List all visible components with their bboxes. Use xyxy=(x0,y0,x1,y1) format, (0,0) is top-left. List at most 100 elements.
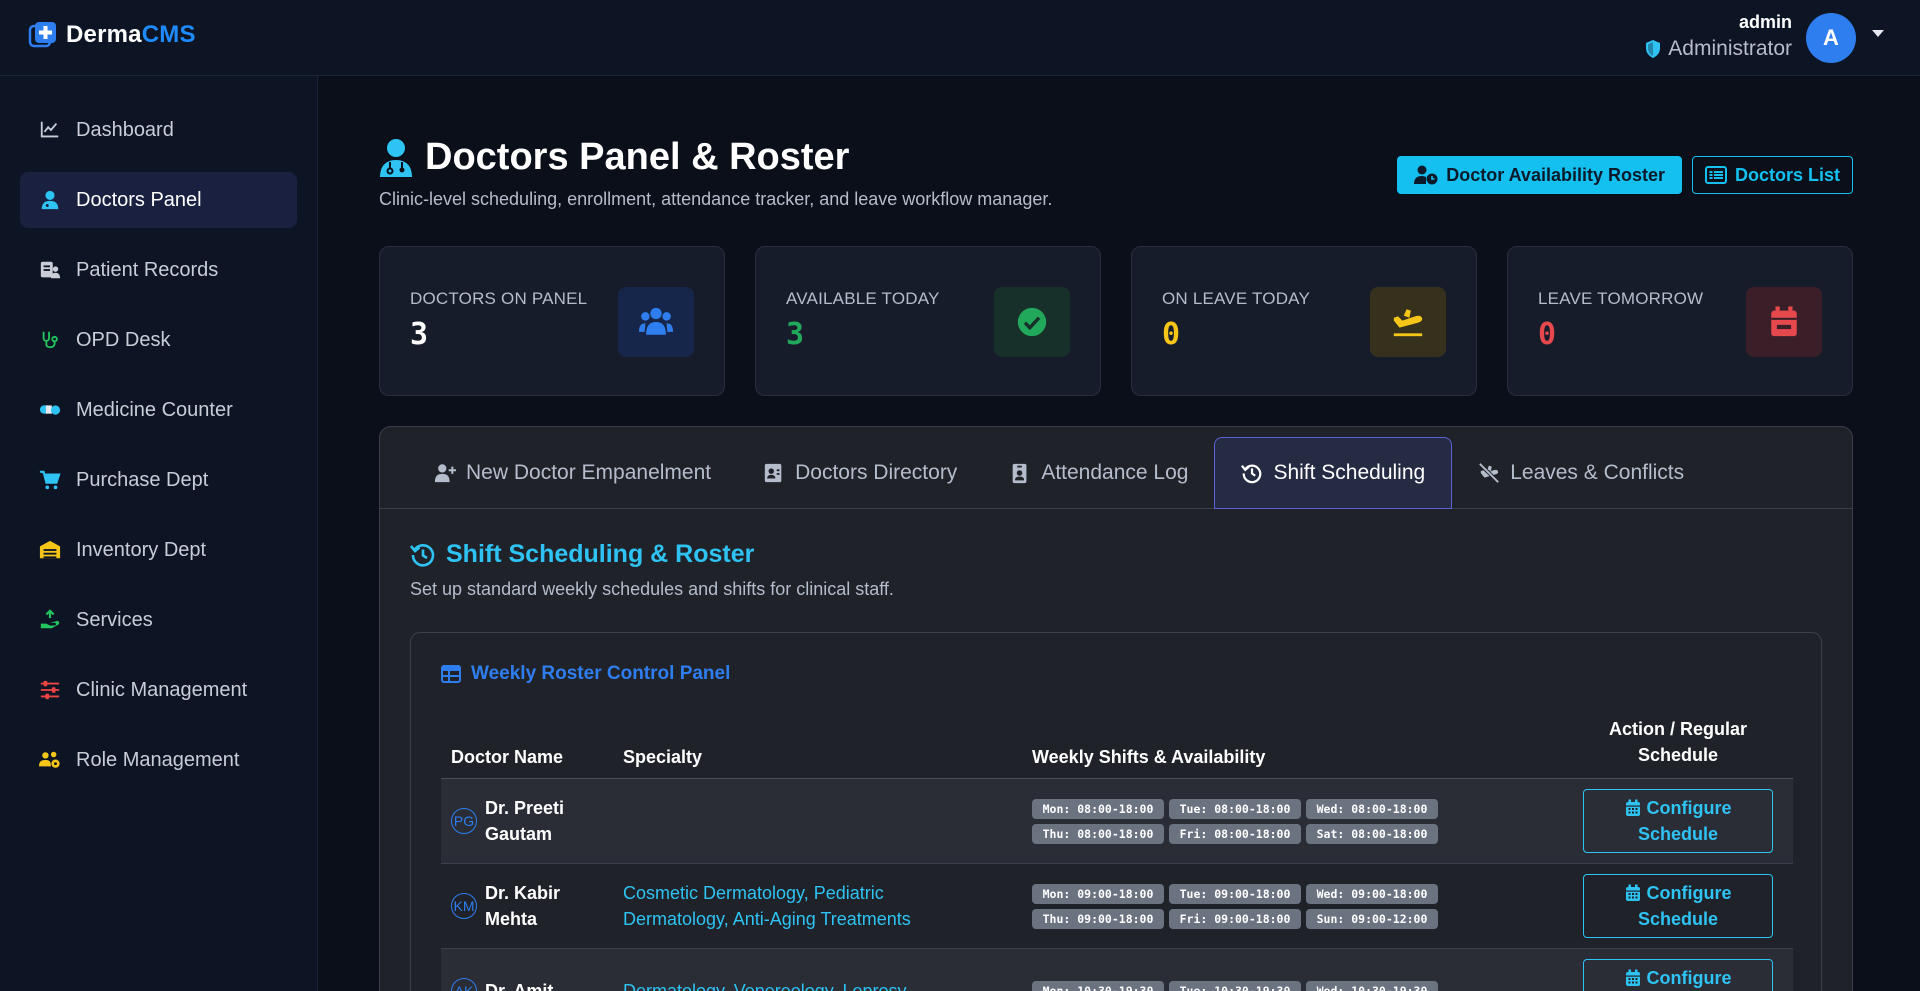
cell-doctor: KM Dr. Kabir Mehta xyxy=(441,863,613,949)
list-icon xyxy=(1704,166,1727,184)
users-gear-icon xyxy=(39,751,60,768)
stethoscope-icon xyxy=(42,331,58,349)
brand-logo[interactable]: DermaCMS xyxy=(28,20,196,50)
nav-icon-wrap xyxy=(38,748,62,772)
shift-badge: Sat: 08:00-18:00 xyxy=(1306,823,1438,844)
cell-doctor: AK Dr. Amit xyxy=(441,948,613,991)
plane-icon xyxy=(1393,309,1423,337)
calendar-icon xyxy=(1625,799,1640,816)
tab-doctors-directory[interactable]: Doctors Directory xyxy=(737,437,983,509)
nav-icon-wrap xyxy=(38,118,62,142)
avatar[interactable]: A xyxy=(1806,13,1856,63)
page-subtitle: Clinic-level scheduling, enrollment, att… xyxy=(379,189,1053,209)
col-action: Action / Regular Schedule xyxy=(1563,716,1793,779)
user-clock-icon xyxy=(1414,165,1438,185)
tab-shift-scheduling[interactable]: Shift Scheduling xyxy=(1214,437,1453,509)
brand-name: DermaCMS xyxy=(66,21,196,48)
top-bar: DermaCMS admin Administrator A xyxy=(0,0,1920,76)
sidebar-item-label: Patient Records xyxy=(76,258,219,281)
sidebar-item-doctors-panel[interactable]: Doctors Panel xyxy=(20,172,297,228)
cell-shifts: Mon: 10:30-19:30 Tue: 10:30-19:30 Wed: 10:… xyxy=(1022,948,1563,991)
sidebar-item-medicine-counter[interactable]: Medicine Counter xyxy=(20,382,297,438)
chevron-down-icon[interactable] xyxy=(1872,30,1884,37)
sidebar-item-label: Doctors Panel xyxy=(76,188,202,211)
col-specialty[interactable]: Specialty xyxy=(613,716,1022,779)
tab-leaves-conflicts[interactable]: Leaves & Conflicts xyxy=(1452,437,1710,509)
stat-icon-box xyxy=(994,287,1070,357)
doctor-name[interactable]: Dr. Amit xyxy=(485,978,553,991)
tab-label: New Doctor Empanelment xyxy=(466,461,712,484)
sidebar-item-patient-records[interactable]: Patient Records xyxy=(20,242,297,298)
shift-badge: Mon: 08:00-18:00 xyxy=(1032,798,1164,819)
cell-shifts: Mon: 08:00-18:00 Tue: 08:00-18:00 Wed: 08:… xyxy=(1022,778,1563,864)
doctor-initials: AK xyxy=(451,978,477,991)
page-title: Doctors Panel & Roster xyxy=(379,136,1052,179)
doctor-initials: KM xyxy=(451,893,477,919)
specialty-line: Cosmetic Dermatology, Pediatric xyxy=(623,883,884,903)
doctors-list-button[interactable]: Doctors List xyxy=(1691,156,1853,194)
user-info[interactable]: admin Administrator xyxy=(1644,12,1792,61)
nav-icon-wrap xyxy=(38,258,62,282)
configure-schedule-button[interactable]: Configure Schedule xyxy=(1583,959,1773,991)
shift-badge: Fri: 08:00-18:00 xyxy=(1169,823,1301,844)
sidebar-item-label: Clinic Management xyxy=(76,678,248,701)
table-row: PG Dr. Preeti Gautam Mon: 08:00-18:00 Tue:… xyxy=(441,778,1793,864)
tab-new-doctor-empanelment[interactable]: New Doctor Empanelment xyxy=(408,437,737,509)
sidebar-item-services[interactable]: Services xyxy=(20,592,297,648)
sidebar-item-purchase-dept[interactable]: Purchase Dept xyxy=(20,452,297,508)
table-row: KM Dr. Kabir Mehta Cosmetic Dermatology, … xyxy=(441,863,1793,949)
shift-badge: Fri: 09:00-18:00 xyxy=(1169,908,1301,929)
stat-card-available-today: AVAILABLE TODAY 3 xyxy=(755,246,1101,396)
tab-label: Doctors Directory xyxy=(795,461,958,484)
plane-slash-icon xyxy=(1478,462,1500,484)
doctor-icon xyxy=(41,190,59,210)
doctor-icon xyxy=(380,138,412,177)
shift-badge: Tue: 09:00-18:00 xyxy=(1169,883,1301,904)
col-weekly-shifts[interactable]: Weekly Shifts & Availability xyxy=(1022,716,1563,779)
configure-schedule-button[interactable]: Configure Schedule xyxy=(1583,789,1773,853)
patient-records-icon xyxy=(40,261,61,279)
sidebar-item-dashboard[interactable]: Dashboard xyxy=(20,102,297,158)
cell-shifts: Mon: 09:00-18:00 Tue: 09:00-18:00 Wed: 09:… xyxy=(1022,863,1563,949)
nav-icon-wrap xyxy=(38,398,62,422)
sidebar-item-role-management[interactable]: Role Management xyxy=(20,732,297,788)
cell-action: Configure Schedule xyxy=(1563,778,1793,864)
specialty-line: Dermatology, Venereology, Leprosy xyxy=(623,981,907,991)
shift-badge: Wed: 10:30-19:30 xyxy=(1306,981,1438,991)
table-header-row: Doctor Name Specialty Weekly Shifts & Av… xyxy=(441,716,1793,779)
configure-schedule-button[interactable]: Configure Schedule xyxy=(1583,874,1773,938)
pills-icon xyxy=(39,405,61,415)
section-subtitle: Set up standard weekly schedules and shi… xyxy=(410,579,894,599)
sidebar-item-opd-desk[interactable]: OPD Desk xyxy=(20,312,297,368)
sidebar: Dashboard Doctors Panel Patient Records OPD… xyxy=(0,76,318,991)
sidebar-item-label: Inventory Dept xyxy=(76,538,207,561)
shift-badge: Mon: 10:30-19:30 xyxy=(1032,981,1164,991)
doctor-name[interactable]: Dr. Preeti Gautam xyxy=(485,795,564,847)
cell-action: Configure Schedule xyxy=(1563,863,1793,949)
nav-icon-wrap xyxy=(38,678,62,702)
stat-card-on-leave-today: ON LEAVE TODAY 0 xyxy=(1131,246,1477,396)
shift-badge: Thu: 09:00-18:00 xyxy=(1032,908,1164,929)
sidebar-item-label: Medicine Counter xyxy=(76,398,233,421)
doctor-name[interactable]: Dr. Kabir Mehta xyxy=(485,880,560,932)
warehouse-icon xyxy=(39,540,61,559)
cell-specialty: Dermatology, Venereology, Leprosy xyxy=(613,948,1022,991)
user-plus-icon xyxy=(434,464,456,483)
doctor-availability-roster-button[interactable]: Doctor Availability Roster xyxy=(1397,156,1682,194)
sidebar-item-clinic-management[interactable]: Clinic Management xyxy=(20,662,297,718)
table-icon xyxy=(441,665,461,683)
users-icon xyxy=(639,307,673,335)
tab-panel: New Doctor Empanelment Doctors Directory A… xyxy=(379,426,1853,991)
calendar-icon xyxy=(1625,969,1640,986)
shift-badge: Sun: 09:00-12:00 xyxy=(1306,908,1438,929)
cell-specialty: Cosmetic Dermatology, Pediatric Dermatolo… xyxy=(613,863,1022,949)
stats-row: DOCTORS ON PANEL 3 AVAILABLE TODAY 3 ON … xyxy=(379,246,1853,396)
tab-attendance-log[interactable]: Attendance Log xyxy=(983,437,1214,509)
col-doctor-name[interactable]: Doctor Name xyxy=(441,716,613,779)
header-actions: Doctor Availability Roster Doctors List xyxy=(1397,156,1853,194)
sidebar-item-inventory-dept[interactable]: Inventory Dept xyxy=(20,522,297,578)
shift-badge: Thu: 08:00-18:00 xyxy=(1032,823,1164,844)
shift-badge: Mon: 09:00-18:00 xyxy=(1032,883,1164,904)
history-icon xyxy=(1241,464,1262,484)
cart-icon xyxy=(39,470,61,490)
